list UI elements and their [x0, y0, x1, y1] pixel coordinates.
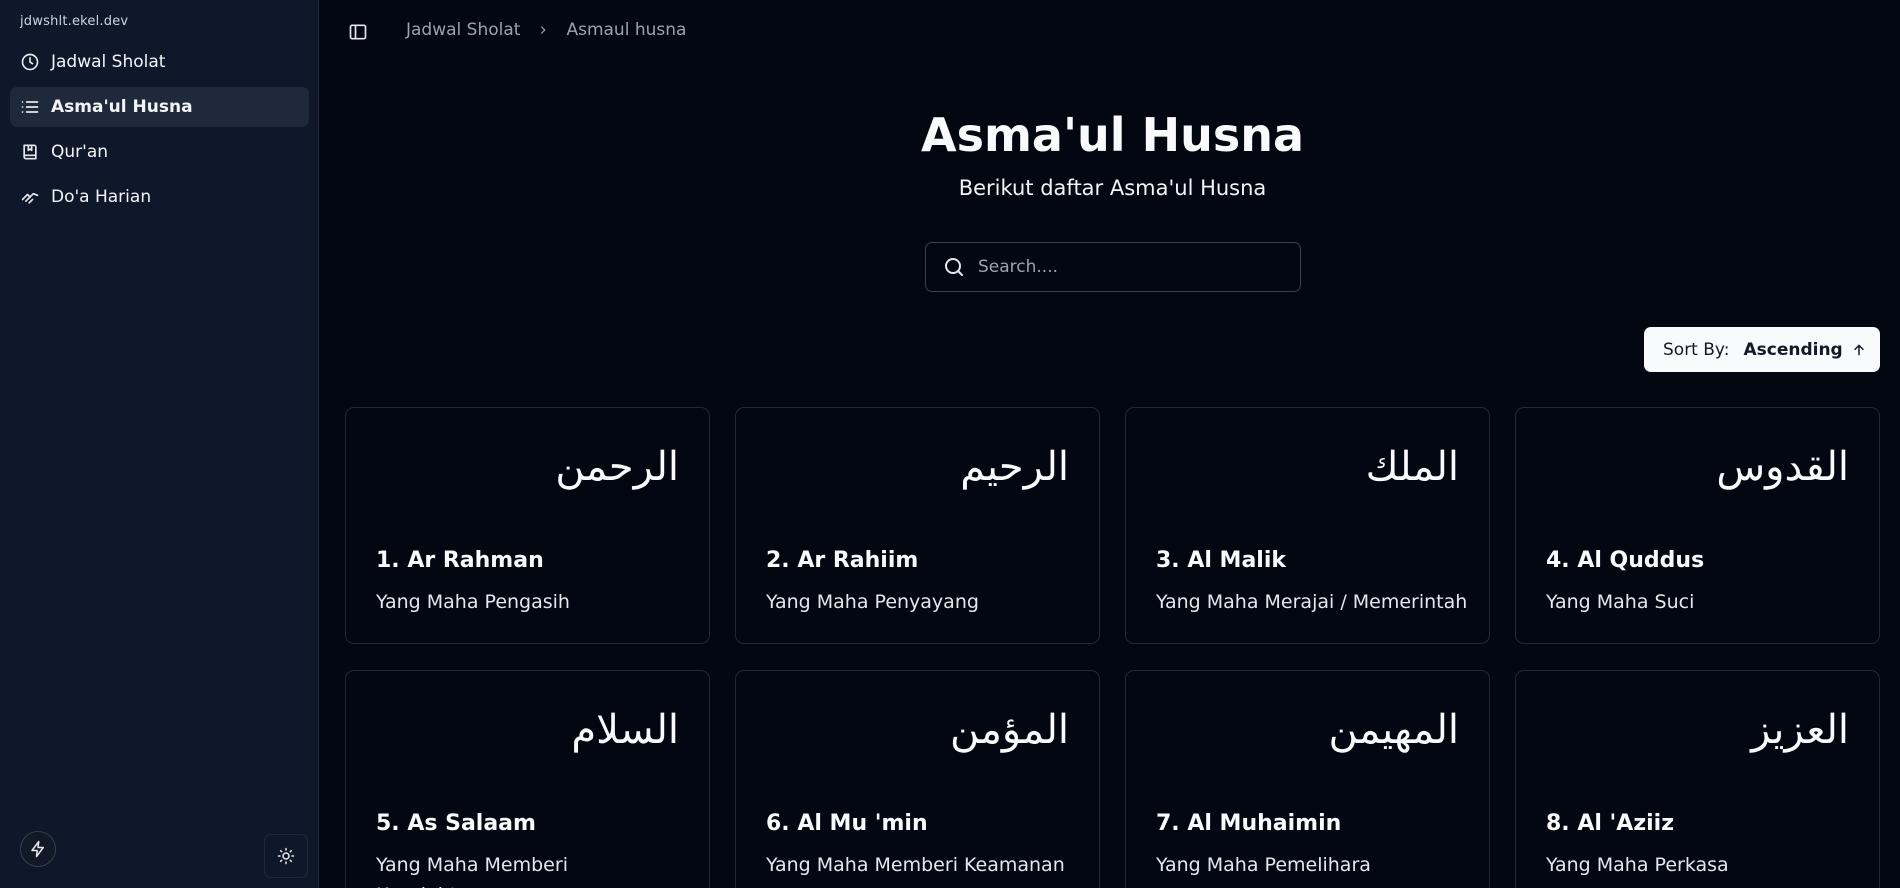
card-meaning: Yang Maha Merajai / Memerintah [1156, 591, 1468, 613]
card-meaning: Yang Maha Pengasih [376, 591, 570, 613]
breadcrumb-current: Asmaul husna [566, 20, 687, 40]
name-card[interactable]: المؤمن 6. Al Mu 'min Yang Maha Memberi K… [735, 670, 1100, 888]
arrow-up-icon [1843, 342, 1867, 358]
card-title: 2. Ar Rahiim [766, 548, 919, 573]
bolt-icon [29, 840, 47, 858]
card-meaning: Yang Maha Suci [1546, 591, 1695, 613]
sidebar-item-asmaul-husna[interactable]: Asma'ul Husna [10, 87, 309, 127]
arabic-name: الملك [1365, 444, 1459, 490]
card-meaning: Yang Maha Penyayang [766, 591, 979, 613]
top-header: Jadwal Sholat Asmaul husna [320, 0, 1900, 64]
sidebar-item-label: Do'a Harian [51, 187, 152, 207]
search-box [925, 242, 1301, 292]
sidebar: jdwshlt.ekel.dev Jadwal Sholat Asma'ul H… [0, 0, 319, 888]
name-card[interactable]: الرحمن 1. Ar Rahman Yang Maha Pengasih [345, 407, 710, 644]
bolt-button[interactable] [20, 831, 56, 867]
card-title: 6. Al Mu 'min [766, 811, 928, 836]
theme-toggle-button[interactable] [264, 834, 308, 878]
arabic-name: القدوس [1716, 444, 1849, 490]
name-card[interactable]: السلام 5. As Salaam Yang Maha Memberi Ke… [345, 670, 710, 888]
arabic-name: المهيمن [1328, 707, 1459, 753]
sidebar-toggle-button[interactable] [344, 18, 372, 46]
name-card[interactable]: المهيمن 7. Al Muhaimin Yang Maha Pemelih… [1125, 670, 1490, 888]
card-meaning: Yang Maha Perkasa [1546, 854, 1729, 876]
app-root: jdwshlt.ekel.dev Jadwal Sholat Asma'ul H… [0, 0, 1900, 888]
arabic-name: المؤمن [950, 707, 1069, 753]
sidebar-item-label: Jadwal Sholat [51, 52, 166, 72]
book-icon [20, 142, 40, 162]
clock-icon [20, 52, 40, 72]
site-name: jdwshlt.ekel.dev [20, 14, 129, 29]
page-title: Asma'ul Husna [921, 108, 1304, 162]
sort-value: Ascending [1743, 339, 1843, 360]
sidebar-item-doa-harian[interactable]: Do'a Harian [10, 177, 309, 217]
sidebar-item-jadwal-sholat[interactable]: Jadwal Sholat [10, 42, 309, 82]
card-meaning: Yang Maha Pemelihara [1156, 854, 1371, 876]
chevron-right-icon [536, 23, 550, 37]
sidebar-item-label: Qur'an [51, 142, 109, 162]
sort-label: Sort By: [1663, 339, 1730, 360]
card-title: 8. Al 'Aziiz [1546, 811, 1675, 836]
sidebar-nav: Jadwal Sholat Asma'ul Husna Qur'an Do'a … [10, 42, 309, 222]
card-meaning: Yang Maha Memberi Kesejahteraan [376, 854, 568, 888]
sidebar-item-quran[interactable]: Qur'an [10, 132, 309, 172]
search-icon [942, 255, 966, 279]
asmaul-husna-grid: الرحمن 1. Ar Rahman Yang Maha Pengasih ا… [345, 407, 1880, 888]
card-title: 7. Al Muhaimin [1156, 811, 1342, 836]
sidebar-item-label: Asma'ul Husna [51, 97, 193, 117]
praying-hands-icon [20, 187, 40, 207]
sun-icon [277, 847, 295, 865]
breadcrumb-link-jadwal-sholat[interactable]: Jadwal Sholat [406, 20, 520, 40]
name-card[interactable]: العزيز 8. Al 'Aziiz Yang Maha Perkasa [1515, 670, 1880, 888]
sort-button[interactable]: Sort By: Ascending [1644, 327, 1880, 372]
arabic-name: الرحيم [960, 444, 1069, 490]
arabic-name: العزيز [1751, 707, 1849, 753]
card-title: 1. Ar Rahman [376, 548, 544, 573]
card-title: 5. As Salaam [376, 811, 536, 836]
card-meaning: Yang Maha Memberi Keamanan [766, 854, 1065, 876]
search-input[interactable] [978, 257, 1278, 277]
name-card[interactable]: الملك 3. Al Malik Yang Maha Merajai / Me… [1125, 407, 1490, 644]
card-title: 4. Al Quddus [1546, 548, 1705, 573]
breadcrumb: Jadwal Sholat Asmaul husna [406, 20, 686, 40]
list-icon [20, 97, 40, 117]
name-card[interactable]: الرحيم 2. Ar Rahiim Yang Maha Penyayang [735, 407, 1100, 644]
card-title: 3. Al Malik [1156, 548, 1287, 573]
sidebar-toggle-icon [348, 22, 368, 42]
name-card[interactable]: القدوس 4. Al Quddus Yang Maha Suci [1515, 407, 1880, 644]
arabic-name: الرحمن [555, 444, 679, 490]
page-subtitle: Berikut daftar Asma'ul Husna [958, 176, 1267, 200]
arabic-name: السلام [571, 707, 679, 753]
